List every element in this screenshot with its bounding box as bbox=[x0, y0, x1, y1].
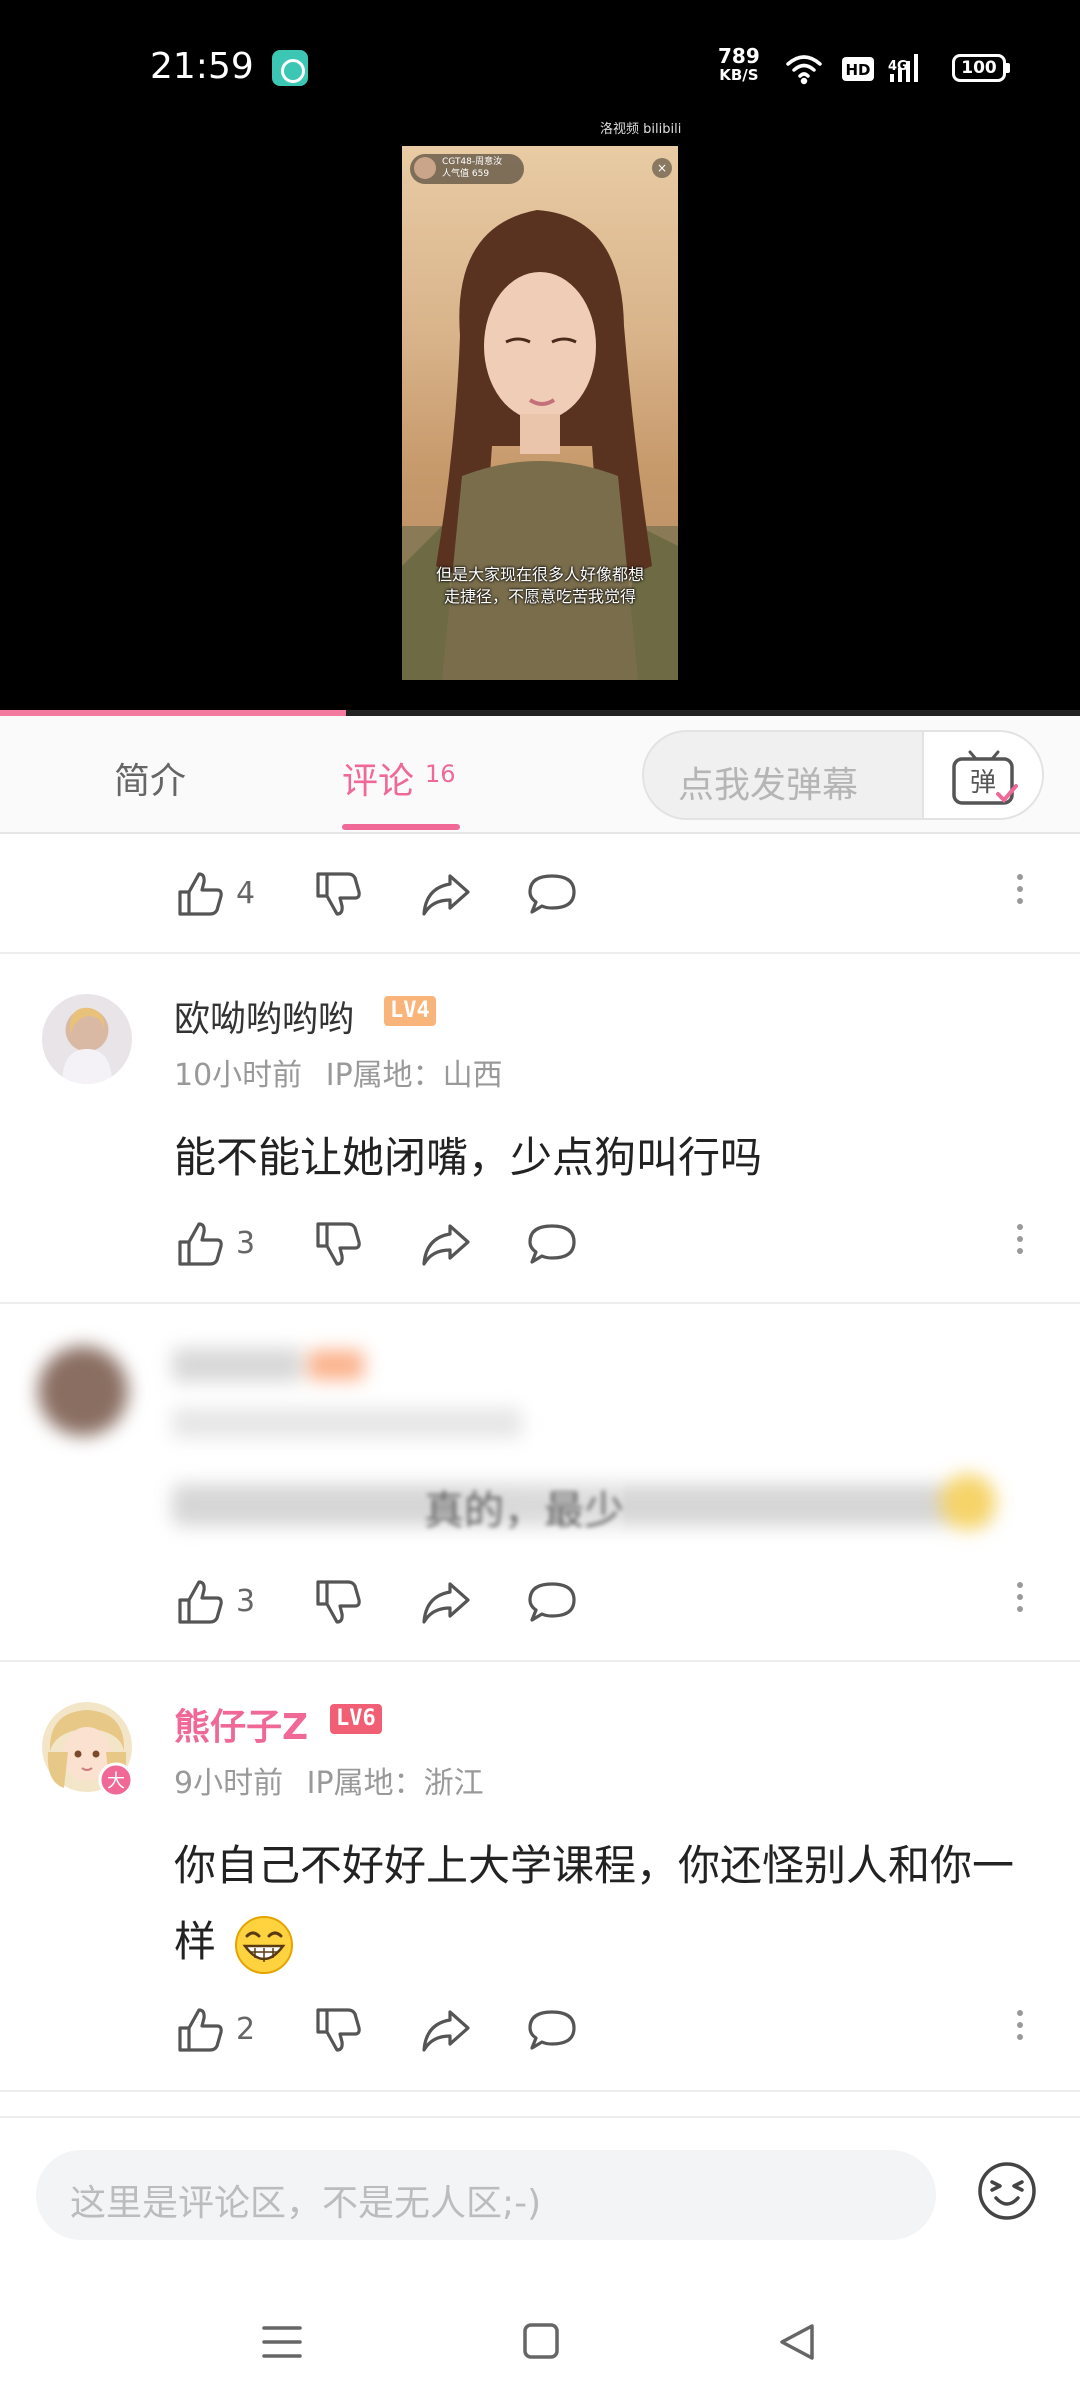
comment-count: 16 bbox=[425, 760, 456, 788]
username-blur bbox=[172, 1348, 302, 1382]
share-icon[interactable] bbox=[418, 1216, 474, 1272]
bilibili-watermark: 洛视频 bilibili bbox=[600, 122, 682, 137]
dislike-icon[interactable] bbox=[310, 1574, 366, 1630]
emoji-blur bbox=[940, 1474, 996, 1530]
reply-icon[interactable] bbox=[524, 866, 580, 922]
like-icon[interactable] bbox=[172, 1216, 228, 1272]
reply-icon[interactable] bbox=[524, 1574, 580, 1630]
comment-meta: 10小时前 IP属地：山西 bbox=[174, 1050, 503, 1094]
danmaku-tv-icon: 弹 bbox=[952, 750, 1018, 805]
comment-text[interactable]: 你自己不好好上大学课程，你还怪别人和你一样 bbox=[174, 1828, 1044, 1980]
dislike-icon[interactable] bbox=[310, 2002, 366, 2058]
blurred-text-fragment: 真的，最少 bbox=[424, 1478, 624, 1536]
video-subtitle: 但是大家现在很多人好像都想走捷径，不愿意吃苦我觉得 bbox=[435, 565, 644, 606]
danmaku-input[interactable]: 点我发弹幕 弹 bbox=[642, 730, 1044, 820]
share-icon[interactable] bbox=[418, 2002, 474, 2058]
like-count: 3 bbox=[236, 1226, 256, 1261]
danmaku-settings-button[interactable]: 弹 bbox=[922, 732, 1042, 818]
avatar[interactable] bbox=[38, 1346, 128, 1436]
level-badge: LV4 bbox=[384, 996, 436, 1026]
tab-comments[interactable]: 评论 bbox=[342, 752, 414, 804]
ip-location: IP属地：浙江 bbox=[306, 1766, 484, 1801]
host-avatar bbox=[414, 157, 436, 179]
host-popularity: 人气值 659 bbox=[442, 169, 490, 179]
wifi-icon bbox=[786, 55, 822, 85]
4g-signal-icon: 4G bbox=[888, 54, 918, 82]
danmaku-button-label: 弹 bbox=[970, 768, 996, 798]
comment-input[interactable]: 这里是评论区，不是无人区;-) bbox=[36, 2150, 936, 2240]
system-nav-bar bbox=[0, 2280, 1080, 2400]
network-speed-unit: KB/S bbox=[719, 66, 759, 84]
comment-text-body: 你自己不好好上大学课程，你还怪别人和你一样 bbox=[174, 1841, 1015, 1966]
tab-bar: 简介 评论 16 点我发弹幕 弹 bbox=[0, 716, 1080, 834]
video-area[interactable]: 21:59 789 KB/S HD 4G 100 洛视频 bilibili CG… bbox=[0, 0, 1080, 716]
hd-icon: HD bbox=[842, 57, 874, 81]
chat-app-icon bbox=[272, 50, 308, 86]
like-icon[interactable] bbox=[172, 1574, 228, 1630]
status-icons: HD 4G bbox=[786, 54, 918, 85]
comment-actions: 3 bbox=[0, 1574, 1080, 1634]
comment-text[interactable]: 能不能让她闭嘴，少点狗叫行吗 bbox=[174, 1120, 1044, 1196]
reply-icon[interactable] bbox=[524, 1216, 580, 1272]
comment-time: 9小时前 bbox=[174, 1766, 284, 1801]
back-icon[interactable] bbox=[778, 2322, 816, 2362]
grin-emoji-icon bbox=[235, 1915, 294, 1974]
like-icon[interactable] bbox=[172, 2002, 228, 2058]
reply-icon[interactable] bbox=[524, 2002, 580, 2058]
host-info: CGT48-周意汝 人气值 659 bbox=[442, 156, 502, 180]
ip-location: IP属地：山西 bbox=[325, 1058, 503, 1093]
network-speed: 789 KB/S bbox=[718, 44, 760, 84]
host-name: CGT48-周意汝 bbox=[442, 157, 503, 167]
comment-actions: 2 bbox=[0, 2002, 1080, 2062]
share-icon[interactable] bbox=[418, 1574, 474, 1630]
comment-input-placeholder: 这里是评论区，不是无人区;-) bbox=[70, 2183, 542, 2224]
dislike-icon[interactable] bbox=[310, 866, 366, 922]
network-speed-value: 789 bbox=[718, 44, 760, 68]
comment-time: 10小时前 bbox=[174, 1058, 303, 1093]
status-time: 21:59 bbox=[150, 46, 254, 87]
divider bbox=[0, 1302, 1080, 1304]
username[interactable]: 熊仔子Z bbox=[174, 1698, 308, 1750]
battery-icon: 100 bbox=[952, 54, 1010, 82]
divider bbox=[0, 1660, 1080, 1662]
divider bbox=[0, 2090, 1080, 2092]
more-options-icon[interactable] bbox=[1016, 2006, 1024, 2050]
dislike-icon[interactable] bbox=[310, 1216, 366, 1272]
tab-indicator bbox=[342, 824, 460, 830]
comment-actions: 3 bbox=[0, 1216, 1080, 1276]
danmaku-placeholder: 点我发弹幕 bbox=[678, 765, 859, 806]
more-options-icon[interactable] bbox=[1016, 870, 1024, 914]
svg-text:HD: HD bbox=[845, 61, 870, 79]
meta-blur bbox=[172, 1408, 522, 1438]
emoji-picker-icon[interactable] bbox=[976, 2160, 1038, 2222]
comment-meta: 9小时前 IP属地：浙江 bbox=[174, 1758, 484, 1802]
vip-badge-icon: 大 bbox=[98, 1762, 134, 1798]
close-icon[interactable]: × bbox=[652, 158, 672, 178]
comment-input-bar: 这里是评论区，不是无人区;-) bbox=[0, 2116, 1080, 2280]
home-icon[interactable] bbox=[522, 2322, 560, 2360]
svg-text:4G: 4G bbox=[888, 59, 908, 74]
like-icon[interactable] bbox=[172, 866, 228, 922]
tab-intro[interactable]: 简介 bbox=[114, 752, 186, 804]
divider bbox=[0, 952, 1080, 954]
comment-actions: 4 bbox=[0, 866, 1080, 926]
avatar[interactable] bbox=[42, 994, 132, 1084]
level-badge: LV6 bbox=[330, 1704, 382, 1734]
like-count: 3 bbox=[236, 1584, 256, 1619]
username[interactable]: 欧呦哟哟哟 bbox=[174, 990, 354, 1042]
more-options-icon[interactable] bbox=[1016, 1220, 1024, 1264]
video-frame[interactable]: CGT48-周意汝 人气值 659 × 但是大家现在很多人好像都想走捷径，不愿意… bbox=[402, 146, 678, 680]
like-count: 4 bbox=[236, 876, 256, 911]
like-count: 2 bbox=[236, 2012, 256, 2047]
menu-icon[interactable] bbox=[262, 2324, 302, 2360]
share-icon[interactable] bbox=[418, 866, 474, 922]
level-badge-blur bbox=[308, 1350, 364, 1380]
vip-badge-text: 大 bbox=[107, 1771, 125, 1792]
more-options-icon[interactable] bbox=[1016, 1578, 1024, 1622]
